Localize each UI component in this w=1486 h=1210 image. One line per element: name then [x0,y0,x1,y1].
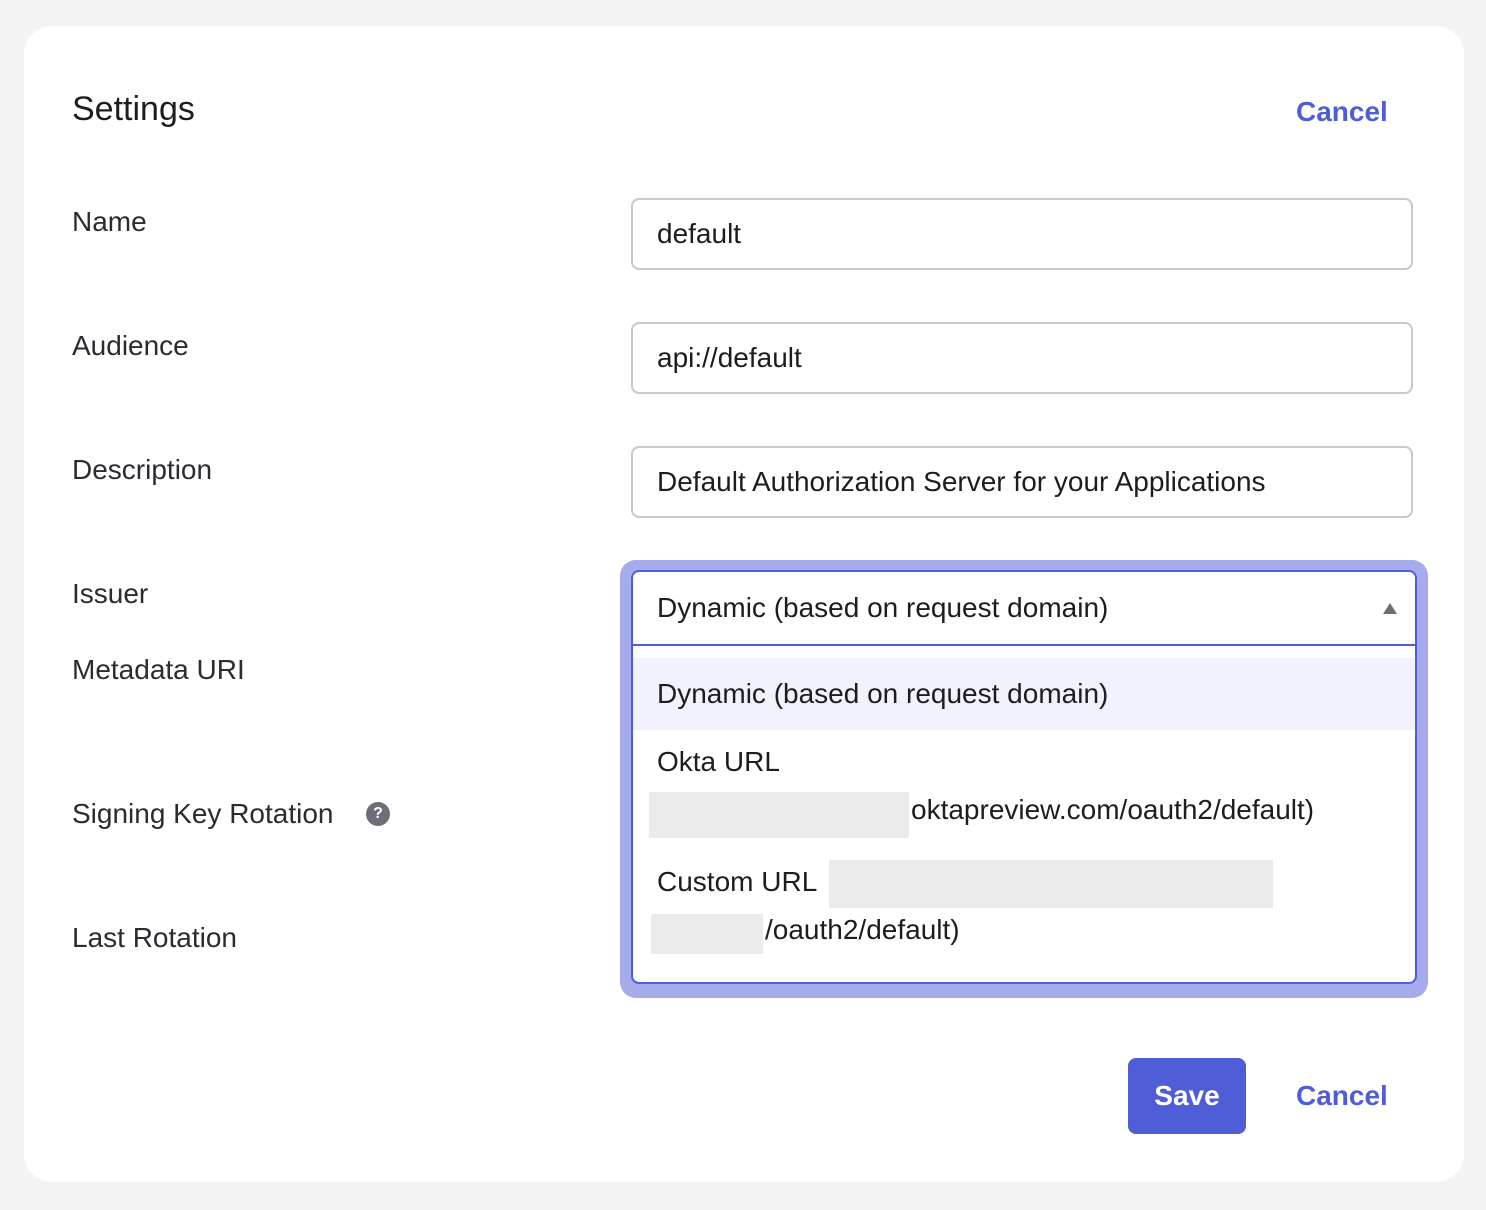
page-title: Settings [72,90,195,128]
metadata-uri-label: Metadata URI [72,654,245,685]
name-label: Name [72,206,147,237]
description-input[interactable]: Default Authorization Server for your Ap… [631,446,1413,518]
issuer-dropdown-menu: Dynamic (based on request domain) Okta U… [631,646,1417,984]
issuer-option-custom-url[interactable]: Custom URL /oauth2/default) [633,860,1415,972]
audience-label: Audience [72,330,189,361]
issuer-option-okta-url[interactable]: Okta URL oktapreview.com/oauth2/default) [633,740,1415,844]
option-label: Okta URL [657,746,780,777]
option-sublabel: oktapreview.com/oauth2/default) [911,794,1315,825]
description-label: Description [72,454,213,485]
last-rotation-label: Last Rotation [72,922,237,953]
settings-card: Settings Cancel Name default Audience ap… [24,26,1464,1182]
cancel-link-top[interactable]: Cancel [1296,96,1388,128]
issuer-option-dynamic[interactable]: Dynamic (based on request domain) [633,658,1415,730]
audience-input[interactable]: api://default [631,322,1413,394]
save-button[interactable]: Save [1128,1058,1246,1134]
issuer-label: Issuer [72,578,149,609]
redacted-region [651,914,763,954]
option-label: Dynamic (based on request domain) [657,678,1109,709]
issuer-selected-value: Dynamic (based on request domain) [657,592,1109,623]
redacted-region [829,860,1273,908]
signing-key-rotation-label: Signing Key Rotation [72,798,334,829]
issuer-select[interactable]: Dynamic (based on request domain) [631,570,1417,646]
caret-up-icon [1383,603,1397,614]
name-input[interactable]: default [631,198,1413,270]
option-label: Custom URL [657,866,818,897]
cancel-link-bottom[interactable]: Cancel [1296,1080,1388,1112]
redacted-region [649,792,909,838]
help-icon[interactable]: ? [366,802,390,826]
option-sublabel: /oauth2/default) [765,914,960,945]
